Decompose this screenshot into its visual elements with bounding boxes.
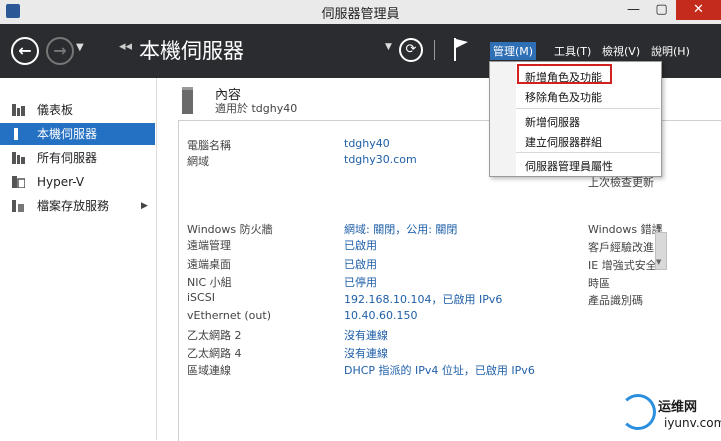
page-title: 本機伺服器 [139, 39, 244, 63]
sidebar: 儀表板 本機伺服器 所有伺服器 Hyper-V 檔案存放服務 ▶ [0, 78, 157, 440]
sidebar-item-label: 檔案存放服務 [37, 199, 110, 213]
sidebar-item-label: Hyper-V [37, 175, 85, 189]
property-value-link[interactable]: DHCP 指派的 IPv4 位址，已啟用 IPv6 [344, 362, 535, 378]
property-value-link[interactable]: 已啟用 [344, 256, 377, 272]
menu-tools[interactable]: 工具(T) [551, 42, 594, 60]
property-label: iSCSI [187, 291, 215, 304]
expand-arrow-icon[interactable]: ▶ [141, 195, 148, 217]
property-label: Windows 防火牆 [187, 223, 273, 236]
back-arrow-icon[interactable]: ← [11, 37, 39, 65]
watermark-circle-icon [620, 394, 656, 430]
property-label: 時區 [588, 277, 610, 290]
sidebar-item-hyperv[interactable]: Hyper-V [0, 171, 155, 193]
sidebar-item-dashboard[interactable]: 儀表板 [0, 99, 155, 121]
watermark-logo: 运维网 iyunv.com [620, 394, 721, 436]
property-label: 乙太網路 4 [187, 347, 242, 360]
property-value-link[interactable]: tdghy40 [344, 137, 390, 150]
property-label: IE 增強式安全 [588, 259, 657, 272]
properties-subtitle: 適用於 tdghy40 [215, 102, 298, 115]
menu-divider [516, 152, 660, 153]
property-value-link[interactable]: 沒有連線 [344, 327, 388, 343]
header-divider [434, 40, 435, 60]
scroll-up-icon[interactable]: ▲ [656, 222, 661, 230]
menu-gutter [490, 62, 516, 176]
property-label: NIC 小組 [187, 276, 232, 289]
file-storage-icon [12, 200, 24, 212]
menu-item-properties[interactable]: 伺服器管理員屬性 [525, 158, 613, 174]
property-label: 網域 [187, 155, 209, 168]
menu-item-remove-roles[interactable]: 移除角色及功能 [525, 89, 602, 105]
menu-manage[interactable]: 管理(M) [490, 42, 537, 60]
watermark-url: iyunv.com [664, 416, 721, 430]
property-value-link[interactable]: 已啟用 [344, 237, 377, 253]
forward-arrow-icon[interactable]: → [46, 37, 74, 65]
refresh-dropdown-icon[interactable]: ▼ [385, 42, 392, 52]
sidebar-item-local-server[interactable]: 本機伺服器 [0, 123, 155, 145]
close-button[interactable]: ✕ [676, 0, 721, 20]
property-value-link[interactable]: 沒有連線 [344, 345, 388, 361]
maximize-button[interactable]: ▢ [648, 0, 675, 20]
window-title: 伺服器管理員 [321, 7, 400, 22]
property-label: 區域連線 [187, 364, 231, 377]
breadcrumb-arrows[interactable]: ◂◂ [119, 39, 132, 54]
refresh-icon[interactable]: ⟳ [399, 38, 423, 62]
server-icon [182, 87, 193, 114]
property-label: 遠端桌面 [187, 258, 231, 271]
sidebar-item-label: 所有伺服器 [37, 151, 98, 165]
title-bar: 伺服器管理員 — ▢ ✕ [0, 0, 721, 25]
hyperv-icon [12, 176, 25, 188]
property-value-link[interactable]: 192.168.10.104，已啟用 IPv6 [344, 291, 502, 307]
property-label: 產品識別碼 [588, 294, 643, 307]
property-value-link[interactable]: 網域: 關閉，公用: 關閉 [344, 221, 457, 237]
sidebar-item-file-storage[interactable]: 檔案存放服務 ▶ [0, 195, 155, 217]
property-value-link[interactable]: 已停用 [344, 274, 377, 290]
property-label: Windows 錯誤 [588, 223, 663, 236]
sidebar-item-label: 儀表板 [37, 103, 74, 117]
menu-item-add-server[interactable]: 新增伺服器 [525, 114, 580, 130]
menu-help[interactable]: 說明(H) [648, 42, 693, 60]
menu-item-create-group[interactable]: 建立伺服器群組 [525, 134, 602, 150]
property-value-link[interactable]: tdghy30.com [344, 153, 417, 166]
all-servers-icon [12, 152, 25, 164]
dashboard-icon [12, 104, 25, 116]
property-label: 乙太網路 2 [187, 329, 242, 342]
menu-divider [516, 108, 660, 109]
watermark-text: 运维网 [658, 400, 698, 415]
property-label: 客戶經驗改進 [588, 241, 654, 254]
sidebar-item-label: 本機伺服器 [37, 127, 98, 141]
history-dropdown-icon[interactable]: ▼ [76, 42, 84, 53]
menu-view[interactable]: 檢視(V) [599, 42, 643, 60]
property-value-link[interactable]: 10.40.60.150 [344, 309, 417, 322]
sidebar-item-all-servers[interactable]: 所有伺服器 [0, 147, 155, 169]
scroll-down-icon[interactable]: ▼ [656, 258, 661, 266]
minimize-button[interactable]: — [620, 0, 647, 20]
property-label: 電腦名稱 [187, 139, 231, 152]
property-label: vEthernet (out) [187, 309, 271, 322]
notifications-flag-icon[interactable] [452, 36, 470, 65]
highlight-box [517, 64, 612, 84]
local-server-icon [14, 128, 18, 140]
property-label: 遠端管理 [187, 239, 231, 252]
